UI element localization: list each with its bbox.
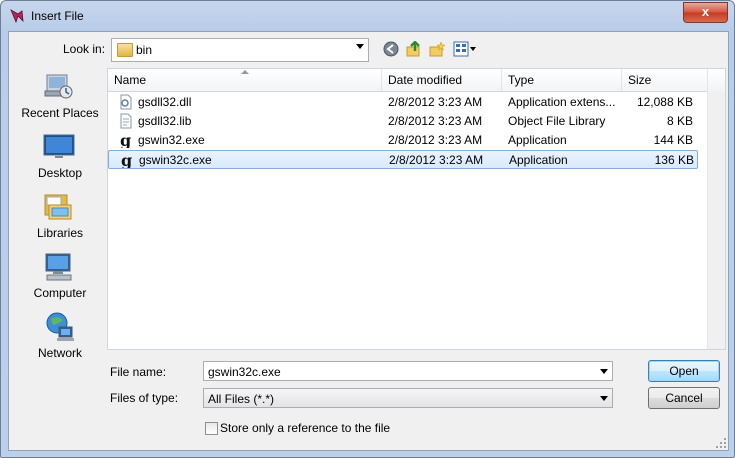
look-in-dropdown[interactable]: bin: [111, 38, 369, 62]
file-size: 12,088 KB: [636, 95, 693, 109]
title-bar[interactable]: Insert File x: [1, 1, 734, 31]
file-name-input[interactable]: gswin32c.exe: [203, 361, 613, 381]
app-icon: [10, 9, 24, 24]
place-recent-places[interactable]: Recent Places: [15, 69, 105, 127]
place-network[interactable]: Network: [15, 309, 105, 367]
place-label: Desktop: [37, 166, 83, 180]
open-button-label: Open: [669, 364, 699, 378]
column-header-label: Type: [508, 73, 535, 87]
svg-text:g: g: [120, 132, 131, 148]
file-name: gswin32c.exe: [139, 153, 212, 167]
file-size: 8 KB: [666, 114, 693, 128]
dll-icon: [120, 94, 132, 110]
libraries-icon: [44, 194, 72, 220]
place-desktop[interactable]: Desktop: [15, 129, 105, 187]
file-row[interactable]: g gswin32.exe 2/8/2012 3:23 AM Applicati…: [108, 131, 698, 150]
ghostscript-icon: g: [121, 152, 132, 168]
file-row[interactable]: gsdll32.lib 2/8/2012 3:23 AM Object File…: [108, 112, 698, 131]
file-row-selected[interactable]: g gswin32c.exe 2/8/2012 3:23 AM Applicat…: [108, 150, 698, 169]
file-date: 2/8/2012 3:23 AM: [388, 95, 483, 109]
file-type-label: Files of type:: [110, 391, 179, 405]
place-libraries[interactable]: Libraries: [15, 189, 105, 247]
file-name: gswin32.exe: [138, 133, 205, 147]
dialog-client-area: Look in: bin Recent Places Desktop Libra…: [8, 31, 729, 451]
column-header-row: Name Date modified Type Size: [108, 69, 725, 92]
chevron-down-icon: [600, 396, 608, 401]
computer-icon: [45, 253, 72, 281]
file-date: 2/8/2012 3:23 AM: [389, 153, 484, 167]
file-type: Application: [508, 133, 567, 147]
up-folder-icon[interactable]: [406, 41, 422, 57]
places-bar: Recent Places Desktop Libraries Computer…: [15, 69, 105, 374]
file-list[interactable]: Name Date modified Type Size gsdll32.dll…: [107, 68, 726, 350]
file-type: Application extens...: [508, 95, 616, 109]
close-icon: x: [701, 4, 710, 19]
look-in-label: Look in:: [63, 42, 106, 56]
file-type-dropdown[interactable]: All Files (*.*): [203, 388, 613, 408]
column-header-name[interactable]: Name: [108, 69, 382, 91]
ghostscript-icon: g: [120, 132, 131, 148]
file-row[interactable]: gsdll32.dll 2/8/2012 3:23 AM Application…: [108, 93, 698, 112]
file-type: Object File Library: [508, 114, 606, 128]
open-button[interactable]: Open: [648, 360, 720, 382]
recent-places-icon: [44, 74, 73, 99]
file-size: 144 KB: [653, 133, 693, 147]
folder-icon: [117, 43, 133, 57]
place-computer[interactable]: Computer: [15, 249, 105, 307]
store-reference-label[interactable]: Store only a reference to the file: [220, 421, 390, 435]
view-menu-icon[interactable]: [453, 41, 477, 57]
desktop-icon: [43, 134, 75, 158]
window-title: Insert File: [31, 9, 84, 23]
column-header-label: Date modified: [388, 73, 463, 87]
file-size: 136 KB: [654, 153, 694, 167]
cancel-button[interactable]: Cancel: [648, 387, 720, 409]
insert-file-dialog: Insert File x Look in: bin Recent Places…: [0, 0, 735, 458]
chevron-down-icon: [356, 44, 364, 49]
svg-text:g: g: [121, 152, 132, 168]
resize-grip-icon[interactable]: [716, 438, 726, 448]
file-type-value: All Files (*.*): [208, 392, 275, 406]
look-in-value: bin: [136, 43, 153, 57]
file-name-value: gswin32c.exe: [208, 365, 281, 379]
place-label: Libraries: [36, 226, 84, 240]
store-reference-checkbox[interactable]: [205, 422, 218, 435]
place-label: Recent Places: [21, 106, 99, 120]
new-folder-icon[interactable]: [429, 41, 445, 57]
sort-ascending-icon: [241, 70, 249, 74]
close-button[interactable]: x: [683, 2, 728, 23]
place-label: Computer: [33, 286, 87, 300]
file-type: Application: [509, 153, 568, 167]
lib-file-icon: [120, 113, 132, 129]
back-icon[interactable]: [383, 41, 399, 57]
column-header-label: Size: [628, 73, 652, 87]
column-header-label: Name: [114, 73, 147, 87]
file-date: 2/8/2012 3:23 AM: [388, 114, 483, 128]
file-name: gsdll32.lib: [138, 114, 192, 128]
file-date: 2/8/2012 3:23 AM: [388, 133, 483, 147]
cancel-button-label: Cancel: [665, 391, 703, 405]
network-icon: [46, 312, 74, 341]
chevron-down-icon: [600, 369, 608, 374]
file-name-label: File name:: [110, 365, 167, 379]
column-header-type[interactable]: Type: [502, 69, 622, 91]
column-header-size[interactable]: Size: [622, 69, 708, 91]
column-header-date[interactable]: Date modified: [382, 69, 502, 91]
vertical-scrollbar[interactable]: [707, 91, 725, 349]
file-name: gsdll32.dll: [138, 95, 192, 109]
place-label: Network: [37, 346, 82, 360]
